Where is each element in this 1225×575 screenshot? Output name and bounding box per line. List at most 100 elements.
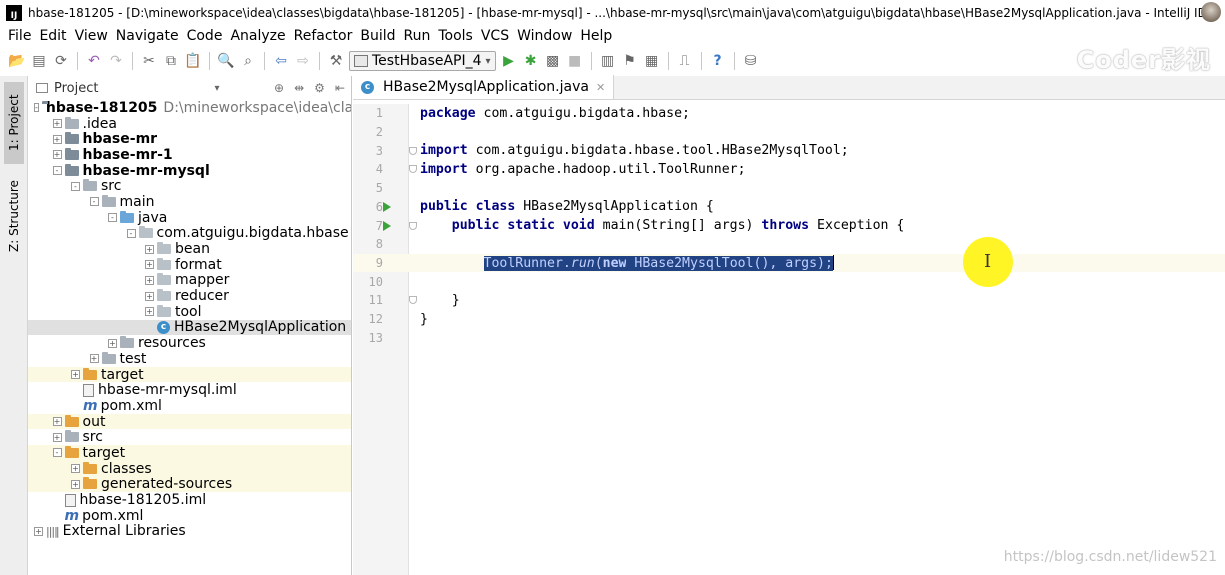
expand-node-icon[interactable]: + (34, 526, 43, 536)
project-view-label[interactable]: Project (54, 81, 98, 96)
tree-item[interactable]: + tool (28, 304, 351, 320)
code-line[interactable]: 7 public static void main(String[] args)… (353, 216, 1225, 235)
code-line[interactable]: 4 import org.apache.hadoop.util.ToolRunne… (353, 160, 1225, 179)
tree-item[interactable]: + classes (28, 461, 351, 477)
settings-icon[interactable]: ▦ (643, 52, 661, 70)
hide-icon[interactable]: ⇤ (335, 81, 345, 95)
tree-item[interactable]: + src (28, 429, 351, 445)
menu-file[interactable]: File (4, 28, 35, 44)
menu-build[interactable]: Build (356, 28, 399, 44)
code-line[interactable]: 3 import com.atguigu.bigdata.hbase.tool.H… (353, 141, 1225, 160)
stop-icon[interactable]: ■ (566, 52, 584, 70)
sdk-icon[interactable]: ⚑ (621, 52, 639, 70)
redo-icon[interactable]: ↷ (107, 52, 125, 70)
structure-icon[interactable]: ⎍ (676, 52, 694, 70)
collapse-node-icon[interactable]: - (52, 448, 62, 458)
collapse-node-icon[interactable]: - (52, 166, 62, 176)
menu-view[interactable]: View (71, 28, 112, 44)
menu-refactor[interactable]: Refactor (290, 28, 357, 44)
tree-item[interactable]: c HBase2MysqlApplication (28, 319, 351, 335)
tree-item[interactable]: - main (28, 194, 351, 210)
fold-marker-icon[interactable] (409, 221, 417, 230)
tree-item[interactable]: + test (28, 351, 351, 367)
locate-icon[interactable]: ⊕ (274, 81, 284, 95)
run-icon[interactable]: ▶ (500, 52, 518, 70)
collapse-icon[interactable]: ⇹ (294, 81, 304, 95)
tree-item[interactable]: + hbase-mr-1 (28, 147, 351, 163)
menu-navigate[interactable]: Navigate (112, 28, 183, 44)
copy-icon[interactable]: ⧉ (162, 52, 180, 70)
tree-item[interactable]: + target (28, 367, 351, 383)
tree-item[interactable]: + hbase-mr (28, 131, 351, 147)
expand-node-icon[interactable]: + (145, 260, 154, 270)
find-icon[interactable]: 🔍 (217, 52, 235, 70)
tree-item[interactable]: + mapper (28, 272, 351, 288)
chevron-down-icon[interactable]: ▾ (214, 83, 219, 94)
expand-node-icon[interactable]: + (52, 432, 62, 442)
code-line[interactable]: 2 (353, 123, 1225, 142)
paste-icon[interactable]: 📋 (184, 52, 202, 70)
project-tool-button[interactable]: 1: Project (4, 82, 24, 164)
debug-icon[interactable]: ✱ (522, 52, 540, 70)
structure-tool-button[interactable]: Z: Structure (4, 172, 24, 260)
expand-node-icon[interactable]: + (145, 244, 154, 254)
tree-item[interactable]: + .idea (28, 116, 351, 132)
gear-icon[interactable]: ⚙ (314, 81, 325, 95)
collapse-node-icon[interactable]: - (34, 103, 39, 113)
expand-node-icon[interactable]: + (71, 464, 80, 474)
tree-item[interactable]: + generated-sources (28, 476, 351, 492)
tree-item[interactable]: + resources (28, 335, 351, 351)
expand-node-icon[interactable]: + (145, 307, 154, 317)
collapse-node-icon[interactable]: - (126, 228, 136, 238)
tree-item[interactable]: - target (28, 445, 351, 461)
menu-tools[interactable]: Tools (434, 28, 477, 44)
tree-item[interactable]: + reducer (28, 288, 351, 304)
code-line[interactable]: 11 } (353, 291, 1225, 310)
collapse-node-icon[interactable]: - (89, 197, 99, 207)
replace-icon[interactable]: ⌕ (239, 52, 257, 70)
cut-icon[interactable]: ✂ (140, 52, 158, 70)
expand-node-icon[interactable]: + (52, 150, 62, 160)
code-line[interactable]: 9 ToolRunner.run(new HBase2MysqlTool(), … (353, 253, 1225, 273)
tab-hbase2mysqlapplication[interactable]: c HBase2MysqlApplication.java ✕ (353, 75, 615, 99)
code-line[interactable]: 12} (353, 310, 1225, 329)
collapse-node-icon[interactable]: - (71, 181, 80, 191)
save-icon[interactable]: ▤ (30, 52, 48, 70)
code-line[interactable]: 1 package com.atguigu.bigdata.hbase; (353, 104, 1225, 123)
menu-code[interactable]: Code (183, 28, 227, 44)
coverage-icon[interactable]: ▩ (544, 52, 562, 70)
tree-item[interactable]: + bean (28, 241, 351, 257)
tree-item[interactable]: + format (28, 257, 351, 273)
run-config-select[interactable]: TestHbaseAPI_4 ▾ (349, 51, 496, 71)
tree-item[interactable]: m pom.xml (28, 398, 351, 414)
code-line[interactable]: 5 (353, 179, 1225, 198)
run-gutter-icon[interactable] (383, 201, 391, 212)
tree-item[interactable]: + out (28, 414, 351, 430)
menu-run[interactable]: Run (400, 28, 435, 44)
tree-item[interactable]: - hbase-mr-mysql (28, 163, 351, 179)
undo-icon[interactable]: ↶ (85, 52, 103, 70)
code-line[interactable]: 6 public class HBase2MysqlApplication { (353, 198, 1225, 217)
close-icon[interactable]: ✕ (596, 81, 605, 94)
tree-item[interactable]: - hbase-181205 D:\mineworkspace\idea\cla (28, 100, 351, 116)
collapse-node-icon[interactable]: - (108, 213, 117, 223)
fold-marker-icon[interactable] (409, 165, 417, 174)
build-icon[interactable]: ⚒ (327, 52, 345, 70)
expand-node-icon[interactable]: + (52, 417, 62, 427)
tree-item[interactable]: hbase-mr-mysql.iml (28, 382, 351, 398)
tree-item[interactable]: m pom.xml (28, 508, 351, 524)
menu-edit[interactable]: Edit (35, 28, 70, 44)
expand-node-icon[interactable]: + (52, 119, 62, 129)
tree-item[interactable]: - com.atguigu.bigdata.hbase (28, 225, 351, 241)
expand-node-icon[interactable]: + (145, 275, 154, 285)
menu-help[interactable]: Help (576, 28, 616, 44)
fold-marker-icon[interactable] (409, 296, 417, 305)
code-line[interactable]: 13 (353, 328, 1225, 347)
menu-analyze[interactable]: Analyze (226, 28, 289, 44)
fold-marker-icon[interactable] (409, 146, 417, 155)
menu-vcs[interactable]: VCS (477, 28, 513, 44)
run-gutter-icon[interactable] (383, 220, 391, 231)
code-line[interactable]: 10 (353, 272, 1225, 291)
expand-node-icon[interactable]: + (108, 338, 117, 348)
open-icon[interactable]: 📂 (8, 52, 26, 70)
